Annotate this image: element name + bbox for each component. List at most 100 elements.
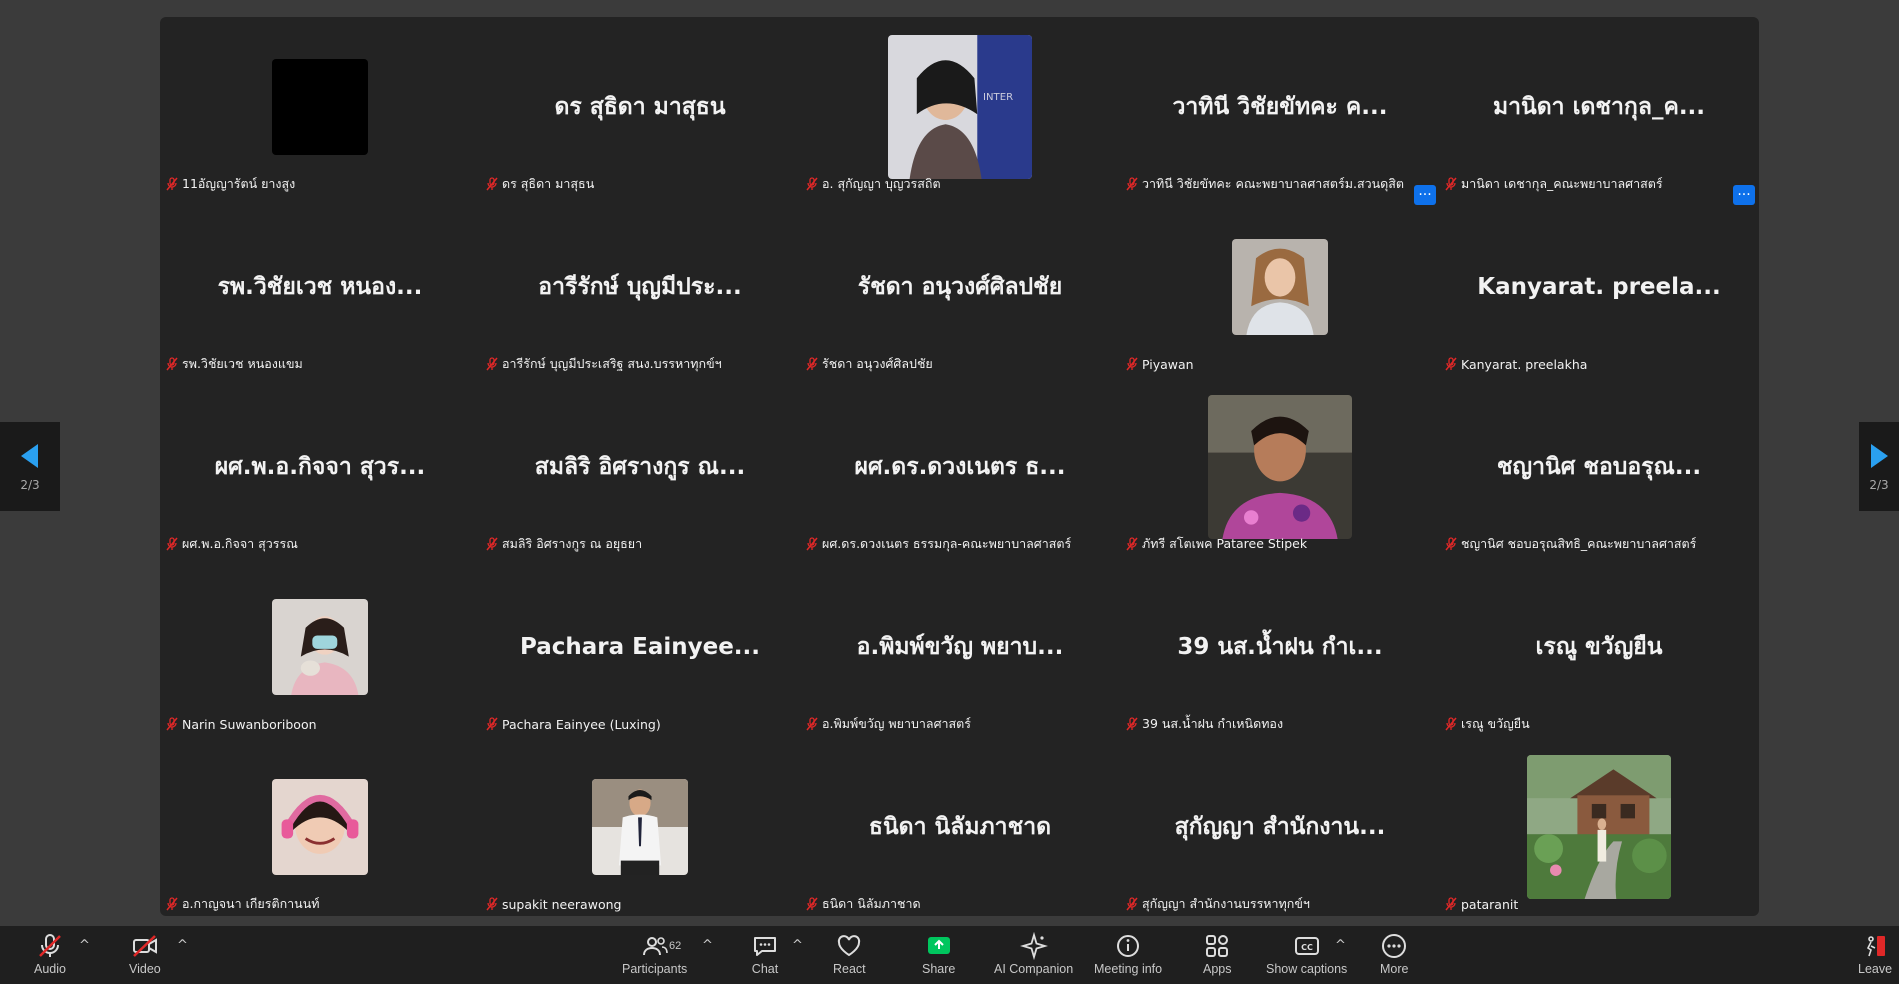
share-label: Share xyxy=(922,962,956,976)
show-captions-label: Show captions xyxy=(1266,962,1348,976)
participant-name-label: ผศ.พ.อ.กิจจา สุวรรณ xyxy=(166,535,298,553)
mic-muted-icon xyxy=(486,897,498,911)
photo-woman-banner-image: INTER xyxy=(888,35,1032,179)
participant-name-label: 11อัญญารัตน์ ยางสูง xyxy=(166,175,295,193)
mic-muted-icon xyxy=(1445,717,1457,731)
participant-name: Piyawan xyxy=(1142,356,1194,372)
participant-display-name: 39 นส.น้ำฝน กำเ... xyxy=(1177,634,1383,660)
participant-name: อ.พิมพ์ขวัญ พยาบาลศาสตร์ xyxy=(822,716,971,731)
participant-name: วาทินี วิชัยขัทคะ คณะพยาบาลศาสตร์ม.สวนดุ… xyxy=(1142,176,1405,191)
mic-muted-icon xyxy=(806,537,818,551)
participant-name: supakit neerawong xyxy=(502,896,622,912)
mic-muted-icon xyxy=(1445,897,1457,911)
participant-tile[interactable]: ธนิดา นิลัมภาชาด ธนิดา นิลัมภาชาด xyxy=(800,737,1120,917)
ai-companion-button[interactable]: AI Companion xyxy=(994,932,1073,976)
video-options-caret[interactable]: ^ xyxy=(177,938,188,953)
participant-video xyxy=(272,779,368,875)
participant-display-name: ดร สุธิดา มาสุธน xyxy=(554,94,726,120)
participant-tile[interactable]: ภัทรี สโตเพค Pataree Stipek xyxy=(1120,377,1440,557)
participant-tile[interactable]: รัชดา อนุวงศ์ศิลปชัย รัชดา อนุวงศ์ศิลปชัย xyxy=(800,197,1120,377)
mic-muted-icon xyxy=(486,357,498,371)
ai-companion-label: AI Companion xyxy=(994,962,1074,976)
participant-tile[interactable]: เรณู ขวัญยืน เรณู ขวัญยืน xyxy=(1439,557,1759,737)
mic-muted-icon xyxy=(166,537,178,551)
participant-tile[interactable]: มานิดา เดชากุล_ค... มานิดา เดชากุล_คณะพยา… xyxy=(1439,17,1759,205)
participant-video xyxy=(272,59,368,155)
participant-display-name: สมลิริ อิศรางกูร ณ... xyxy=(534,454,746,480)
participant-tile[interactable]: supakit neerawong xyxy=(480,737,800,917)
participant-tile[interactable]: อารีรักษ์ บุญมีประ... อารีรักษ์ บุญมีประเ… xyxy=(480,197,800,377)
participant-tile[interactable]: Pachara Eainyee... Pachara Eainyee (Luxin… xyxy=(480,557,800,737)
more-button[interactable]: More xyxy=(1380,932,1408,976)
participant-tile[interactable]: pataranit xyxy=(1439,737,1759,917)
react-button[interactable]: React xyxy=(833,932,866,976)
apps-button[interactable]: Apps xyxy=(1203,932,1232,976)
mic-muted-icon xyxy=(166,177,178,191)
participant-tile[interactable]: ผศ.ดร.ดวงเนตร ธ... ผศ.ดร.ดวงเนตร ธรรมกุล-… xyxy=(800,377,1120,557)
participant-tile[interactable]: วาทินี วิชัยขัทคะ ค... วาทินี วิชัยขัทคะ … xyxy=(1120,17,1440,205)
mic-muted-icon xyxy=(166,897,178,911)
participant-count: 62 xyxy=(669,940,682,952)
participant-name-label: Kanyarat. preelakha xyxy=(1445,355,1587,373)
participant-video xyxy=(272,599,368,695)
chevron-right-icon xyxy=(1871,443,1888,468)
participants-label: Participants xyxy=(622,962,688,976)
participant-display-name: Pachara Eainyee... xyxy=(519,634,761,660)
previous-page-button[interactable]: 2/3 xyxy=(0,422,60,511)
captions-options-caret[interactable]: ^ xyxy=(1335,938,1346,953)
participant-name-label: อ.พิมพ์ขวัญ พยาบาลศาสตร์ xyxy=(806,715,971,733)
participants-options-caret[interactable]: ^ xyxy=(702,938,713,953)
chat-options-caret[interactable]: ^ xyxy=(792,938,803,953)
participant-tile[interactable]: อ.กาญจนา เกียรติกานนท์ xyxy=(160,737,480,917)
participant-name: สมลิริ อิศรางกูร ณ อยุธยา xyxy=(502,536,643,551)
chat-button[interactable]: Chat xyxy=(751,932,779,976)
meeting-info-button[interactable]: Meeting info xyxy=(1094,932,1162,976)
participant-tile[interactable]: INTER อ. สุกัญญา บุญวรสถิต xyxy=(800,17,1120,197)
next-page-button[interactable]: 2/3 xyxy=(1859,422,1899,511)
participant-video xyxy=(1232,239,1328,335)
participant-tile[interactable]: 39 นส.น้ำฝน กำเ... 39 นส.น้ำฝน กำเหนิดทอง xyxy=(1120,557,1440,737)
leave-button[interactable]: Leave xyxy=(1858,932,1892,976)
participant-name: Pachara Eainyee (Luxing) xyxy=(502,716,661,732)
participant-name: สุกัญญา สำนักงานบรรหาทุกข์ฯ xyxy=(1142,896,1310,911)
participant-display-name: อารีรักษ์ บุญมีประ... xyxy=(538,274,742,300)
participant-tile[interactable]: สมลิริ อิศรางกูร ณ... สมลิริ อิศรางกูร ณ … xyxy=(480,377,800,557)
participant-video xyxy=(592,779,688,875)
participant-name-label: pataranit xyxy=(1445,895,1518,913)
participant-tile[interactable]: ชญานิศ ชอบอรุณ... ชญานิศ ชอบอรุณสิทธิ_คณะ… xyxy=(1439,377,1759,557)
audio-button[interactable]: Audio xyxy=(34,932,66,976)
participant-tile[interactable]: สุกัญญา สำนักงาน... สุกัญญา สำนักงานบรรหา… xyxy=(1120,737,1440,917)
mic-muted-icon xyxy=(806,357,818,371)
captions-icon: CC xyxy=(1294,937,1319,955)
participant-tile[interactable]: อ.พิมพ์ขวัญ พยาบ... อ.พิมพ์ขวัญ พยาบาลศาส… xyxy=(800,557,1120,737)
meeting-toolbar: Audio ^ Video ^ Participants 62 ^ Chat ^… xyxy=(0,926,1899,984)
chat-icon xyxy=(754,937,776,956)
share-button[interactable]: Share xyxy=(922,932,955,976)
participant-name-label: ธนิดา นิลัมภาชาด xyxy=(806,895,921,913)
participants-button[interactable]: Participants xyxy=(622,932,687,976)
participant-display-name: Kanyarat. preela... xyxy=(1477,274,1721,300)
participant-display-name: เรณู ขวัญยืน xyxy=(1535,634,1663,660)
participant-tile[interactable]: Kanyarat. preela... Kanyarat. preelakha xyxy=(1439,197,1759,377)
video-button[interactable]: Video xyxy=(129,932,161,976)
participant-tile[interactable]: Narin Suwanboriboon xyxy=(160,557,480,737)
mic-muted-icon xyxy=(1445,537,1457,551)
participant-tile[interactable]: ผศ.พ.อ.กิจจา สุวร... ผศ.พ.อ.กิจจา สุวรรณ xyxy=(160,377,480,557)
participant-name: อารีรักษ์ บุญมีประเสริฐ สนง.บรรหาทุกข์ฯ xyxy=(502,356,722,371)
mic-muted-icon xyxy=(1445,357,1457,371)
photo-mask-image xyxy=(272,599,368,695)
participant-tile[interactable]: ดร สุธิดา มาสุธน ดร สุธิดา มาสุธน xyxy=(480,17,800,197)
participant-tile[interactable]: Piyawan xyxy=(1120,197,1440,377)
mic-muted-icon xyxy=(166,357,178,371)
participant-name: ชญานิศ ชอบอรุณสิทธิ_คณะพยาบาลศาสตร์ xyxy=(1461,536,1697,551)
participant-name: อ. สุกัญญา บุญวรสถิต xyxy=(822,176,941,191)
participant-tile[interactable]: รพ.วิชัยเวช หนอง... รพ.วิชัยเวช หนองแขม xyxy=(160,197,480,377)
participant-name: 11อัญญารัตน์ ยางสูง xyxy=(182,176,296,191)
video-label: Video xyxy=(129,962,161,976)
participant-name-label: สมลิริ อิศรางกูร ณ อยุธยา xyxy=(486,535,642,553)
participant-tile[interactable]: 11อัญญารัตน์ ยางสูง xyxy=(160,17,480,197)
react-label: React xyxy=(833,962,866,976)
audio-options-caret[interactable]: ^ xyxy=(79,938,90,953)
mic-muted-icon xyxy=(806,177,818,191)
more-icon xyxy=(1382,934,1407,958)
